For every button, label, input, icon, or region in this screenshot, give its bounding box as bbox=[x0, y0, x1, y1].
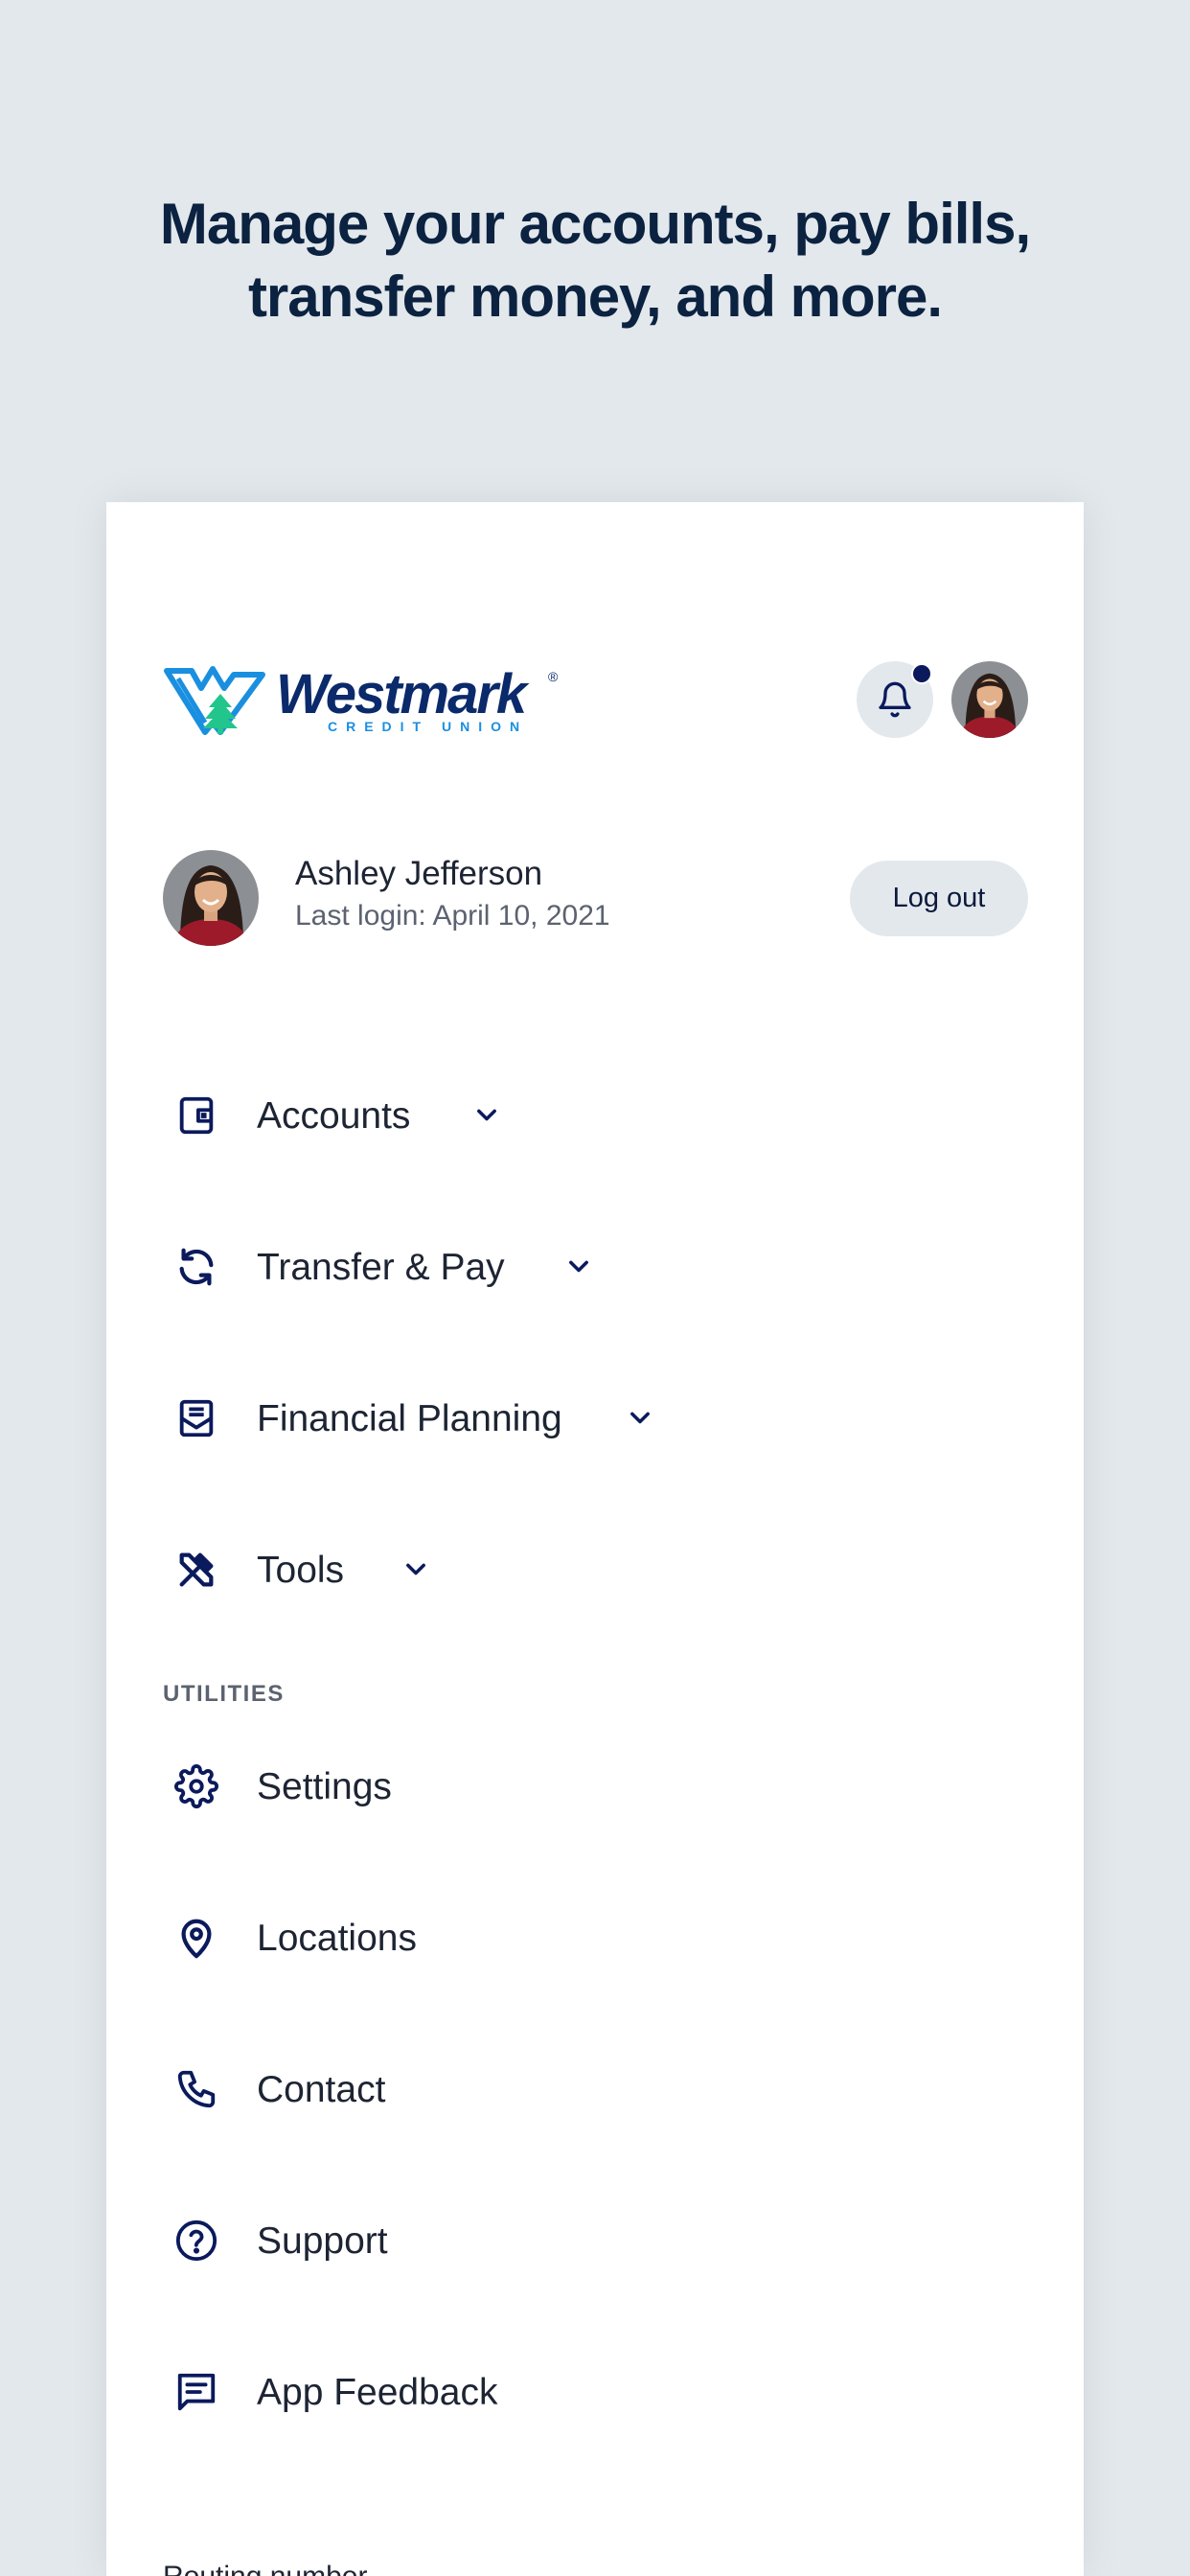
map-pin-icon bbox=[181, 1919, 212, 1959]
nav-item-label: Accounts bbox=[257, 1095, 411, 1137]
notification-badge bbox=[911, 663, 932, 684]
notifications-button[interactable] bbox=[857, 661, 933, 738]
gear-icon bbox=[174, 1764, 218, 1808]
utility-item-locations[interactable]: Locations bbox=[163, 1899, 1025, 1976]
logout-button[interactable]: Log out bbox=[850, 861, 1028, 936]
nav-item-accounts[interactable]: Accounts bbox=[163, 1077, 1025, 1154]
brand-registered-mark: ® bbox=[548, 669, 559, 684]
nav-item-tools[interactable]: Tools bbox=[163, 1531, 1025, 1608]
chevron-down-icon[interactable] bbox=[563, 1254, 594, 1280]
utility-item-label: Locations bbox=[257, 1918, 417, 1959]
utility-item-label: Contact bbox=[257, 2069, 386, 2110]
mountain-tree-logo-icon bbox=[164, 666, 265, 735]
chevron-down-icon[interactable] bbox=[625, 1405, 655, 1432]
nav-item-transfer-pay[interactable]: Transfer & Pay bbox=[163, 1229, 1025, 1305]
user-name: Ashley Jefferson bbox=[295, 855, 543, 892]
chevron-down-icon[interactable] bbox=[400, 1556, 431, 1583]
feedback-icon bbox=[177, 2373, 216, 2411]
avatar-photo bbox=[163, 850, 259, 946]
nav-item-label: Financial Planning bbox=[257, 1398, 562, 1439]
last-login-text: Last login: April 10, 2021 bbox=[295, 900, 610, 932]
envelope-icon bbox=[179, 1399, 214, 1438]
avatar-photo bbox=[951, 661, 1028, 738]
wallet-icon bbox=[179, 1096, 214, 1135]
utility-item-support[interactable]: Support bbox=[163, 2202, 1025, 2279]
refresh-icon bbox=[179, 1248, 214, 1286]
menu-panel: Westmark ® CREDIT UNION Ashley Jefferson… bbox=[106, 502, 1084, 2576]
tools-icon bbox=[179, 1552, 214, 1587]
utility-item-label: Support bbox=[257, 2220, 388, 2262]
brand-name: Westmark bbox=[276, 663, 527, 725]
user-avatar bbox=[163, 850, 259, 946]
bell-icon bbox=[879, 681, 911, 718]
brand-subtitle: CREDIT UNION bbox=[328, 719, 529, 734]
headline-line-2: transfer money, and more. bbox=[247, 264, 943, 329]
nav-item-financial-planning[interactable]: Financial Planning bbox=[163, 1380, 1025, 1457]
utility-item-settings[interactable]: Settings bbox=[163, 1748, 1025, 1825]
westmark-logo[interactable]: Westmark ® CREDIT UNION bbox=[163, 665, 565, 736]
help-circle-icon bbox=[175, 2220, 217, 2262]
utilities-section-label: UTILITIES bbox=[163, 1681, 285, 1707]
utility-item-label: Settings bbox=[257, 1766, 392, 1807]
utility-item-app-feedback[interactable]: App Feedback bbox=[163, 2354, 1025, 2430]
profile-avatar-button[interactable] bbox=[951, 661, 1028, 738]
utility-item-contact[interactable]: Contact bbox=[163, 2051, 1025, 2128]
chevron-down-icon[interactable] bbox=[471, 1102, 502, 1129]
routing-number-label: Routing number bbox=[163, 2561, 367, 2576]
headline-line-1: Manage your accounts, pay bills, bbox=[159, 192, 1031, 256]
headline: Manage your accounts, pay bills, transfe… bbox=[0, 188, 1190, 334]
nav-item-label: Tools bbox=[257, 1550, 345, 1591]
utility-item-label: App Feedback bbox=[257, 2372, 498, 2413]
phone-icon bbox=[177, 2070, 216, 2108]
nav-item-label: Transfer & Pay bbox=[257, 1247, 505, 1288]
